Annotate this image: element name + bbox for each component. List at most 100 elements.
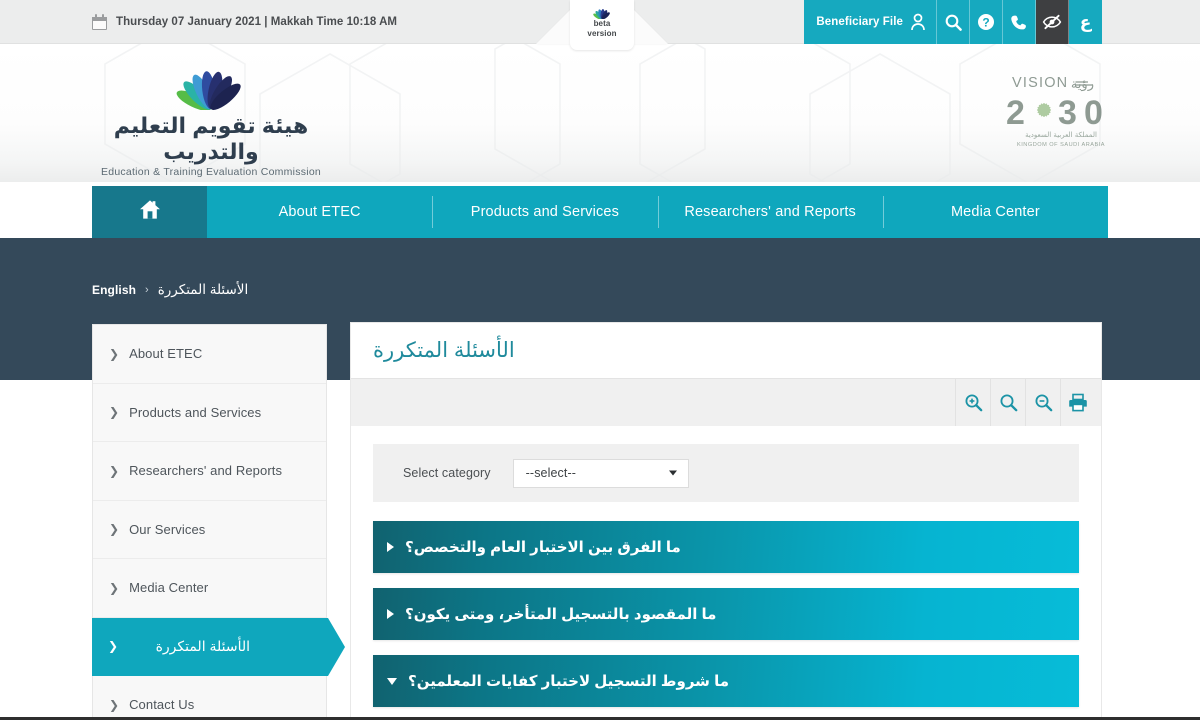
- question-circle-icon: ?: [977, 13, 995, 31]
- chevron-right-icon: ❯: [108, 639, 119, 654]
- beta-version-badge: beta version: [536, 0, 668, 50]
- svg-text:رؤية: رؤية: [1071, 77, 1094, 92]
- beneficiary-file-button[interactable]: Beneficiary File: [804, 0, 937, 44]
- svg-text:KINGDOM OF SAUDI ARABIA: KINGDOM OF SAUDI ARABIA: [1017, 142, 1105, 148]
- nav-item-products-and-services[interactable]: Products and Services: [432, 186, 657, 238]
- category-select[interactable]: --select--: [512, 458, 689, 488]
- phone-icon: [1011, 14, 1027, 31]
- faq-question: ما الفرق بين الاختبار العام والتخصص؟: [405, 539, 681, 556]
- beta-pill[interactable]: beta version: [570, 0, 634, 50]
- sidebar-item-label: About ETEC: [129, 346, 203, 362]
- svg-text:?: ?: [982, 15, 989, 29]
- etec-mark-small-icon: [589, 4, 615, 20]
- beneficiary-file-label: Beneficiary File: [816, 16, 903, 28]
- faq-accordion-item[interactable]: ما المقصود بالتسجيل المتأخر، ومتى يكون؟: [373, 588, 1079, 640]
- chevron-right-icon: ❯: [109, 522, 120, 537]
- breadcrumb: English › الأسئلة المتكررة: [92, 282, 248, 298]
- masthead: هيئة تقويم التعليم والتدريب Education & …: [0, 44, 1200, 182]
- faq-accordion-list: ما الفرق بين الاختبار العام والتخصص؟ ما …: [373, 521, 1079, 707]
- accessibility-button[interactable]: [1036, 0, 1069, 44]
- faq-question: ما شروط التسجيل لاختبار كفايات المعلمين؟: [408, 673, 730, 690]
- sidebar-item-label: Products and Services: [129, 404, 262, 420]
- zoom-reset-icon: [999, 393, 1018, 412]
- svg-text:3: 3: [1058, 94, 1077, 132]
- date-time-text: Thursday 07 January 2021 | Makkah Time 1…: [116, 16, 398, 28]
- zoom-in-icon: [964, 393, 983, 412]
- sidebar-item-our-services[interactable]: ❯ Our Services: [93, 501, 326, 559]
- sidebar-item-about-etec[interactable]: ❯ About ETEC: [93, 325, 326, 384]
- sidebar-item-label: Contact Us: [129, 697, 195, 713]
- main-navigation: About ETEC Products and Services Researc…: [92, 186, 1108, 238]
- svg-text:2: 2: [1006, 94, 1025, 132]
- help-button[interactable]: ?: [970, 0, 1003, 44]
- breadcrumb-separator: ›: [145, 284, 149, 296]
- nav-item-home[interactable]: [92, 186, 207, 238]
- chevron-right-icon: ❯: [109, 346, 120, 361]
- sidebar-item-label: Our Services: [129, 521, 206, 537]
- chevron-down-icon: [668, 470, 677, 476]
- page-title: الأسئلة المتكررة: [373, 339, 515, 362]
- svg-text:المملكة العربية السعودية: المملكة العربية السعودية: [1025, 131, 1097, 139]
- chevron-right-icon: ❯: [109, 405, 120, 420]
- page-title-bar: الأسئلة المتكررة: [351, 323, 1101, 379]
- sidebar-item-label: الأسئلة المتكررة: [155, 637, 250, 654]
- zoom-out-button[interactable]: [1025, 379, 1060, 426]
- etec-logo-arabic-text: هيئة تقويم التعليم والتدريب: [113, 113, 309, 164]
- sidebar-item-label: Researchers' and Reports: [129, 463, 283, 479]
- sidebar-item-media-center[interactable]: ❯ Media Center: [93, 559, 326, 618]
- etec-logo[interactable]: هيئة تقويم التعليم والتدريب Education & …: [96, 54, 326, 178]
- top-utility-bar: Thursday 07 January 2021 | Makkah Time 1…: [0, 0, 1200, 50]
- nav-label: Media Center: [950, 204, 1040, 220]
- date-time-display: Thursday 07 January 2021 | Makkah Time 1…: [92, 0, 397, 44]
- faq-accordion-item[interactable]: ما الفرق بين الاختبار العام والتخصص؟: [373, 521, 1079, 573]
- zoom-reset-button[interactable]: [990, 379, 1025, 426]
- chevron-right-icon: ❯: [109, 697, 120, 712]
- vision-2030-logo[interactable]: VISION رؤية 2 3 0 المملكة العربية السعود…: [1002, 72, 1120, 155]
- category-filter-panel: Select category --select--: [373, 444, 1079, 502]
- nav-item-media-center[interactable]: Media Center: [882, 186, 1108, 238]
- etec-logo-english-text: Education & Training Evaluation Commissi…: [100, 165, 322, 178]
- content-panel: الأسئلة المتكررة Select category --selec…: [350, 322, 1102, 720]
- beta-label: beta: [593, 19, 611, 28]
- vision-word: VISION: [1012, 75, 1068, 91]
- user-icon: [910, 13, 926, 31]
- triangle-right-icon: [387, 609, 394, 619]
- sidebar-item-products-and-services[interactable]: ❯ Products and Services: [93, 384, 326, 442]
- chevron-right-icon: ❯: [109, 580, 120, 595]
- category-select-value: --select--: [525, 466, 576, 480]
- breadcrumb-item-english[interactable]: English: [92, 283, 136, 297]
- chevron-right-icon: ❯: [109, 463, 120, 478]
- print-button[interactable]: [1060, 379, 1095, 426]
- sidebar-item-contact-us[interactable]: ❯ Contact Us: [93, 676, 326, 720]
- nav-item-researchers-and-reports[interactable]: Researchers' and Reports: [657, 186, 883, 238]
- nav-label: About ETEC: [278, 204, 361, 220]
- triangle-down-icon: [387, 677, 397, 685]
- nav-label: Researchers' and Reports: [684, 204, 856, 220]
- home-icon: [139, 199, 161, 225]
- page-root: Thursday 07 January 2021 | Makkah Time 1…: [0, 0, 1200, 720]
- nav-label: Products and Services: [470, 204, 619, 220]
- content-toolbar: [351, 379, 1101, 426]
- calendar-icon: [92, 14, 107, 30]
- zoom-out-icon: [1034, 393, 1053, 412]
- select-category-label: Select category: [403, 466, 491, 480]
- eye-slash-icon: [1042, 14, 1062, 30]
- zoom-in-button[interactable]: [955, 379, 990, 426]
- utility-icon-strip: Beneficiary File ? ع: [804, 0, 1102, 44]
- language-arabic-label: ع: [1079, 12, 1092, 32]
- print-icon: [1068, 393, 1088, 412]
- sidebar-item-label: Media Center: [129, 580, 209, 596]
- nav-item-about-etec[interactable]: About ETEC: [207, 186, 432, 238]
- language-arabic-button[interactable]: ع: [1069, 0, 1102, 44]
- sidebar-item-researchers-and-reports[interactable]: ❯ Researchers' and Reports: [93, 442, 326, 501]
- etec-logo-mark-icon: [96, 54, 326, 111]
- breadcrumb-item-current: الأسئلة المتكررة: [157, 282, 249, 297]
- contact-phone-button[interactable]: [1003, 0, 1036, 44]
- search-icon: [945, 14, 962, 31]
- faq-accordion-item[interactable]: ما شروط التسجيل لاختبار كفايات المعلمين؟: [373, 655, 1079, 707]
- svg-text:0: 0: [1084, 94, 1103, 132]
- search-button[interactable]: [937, 0, 970, 44]
- faq-question: ما المقصود بالتسجيل المتأخر، ومتى يكون؟: [405, 606, 717, 623]
- sidebar-item-faq[interactable]: ❯ الأسئلة المتكررة: [92, 617, 345, 676]
- sidebar-menu: ❯ About ETEC ❯ Products and Services ❯ R…: [92, 324, 345, 720]
